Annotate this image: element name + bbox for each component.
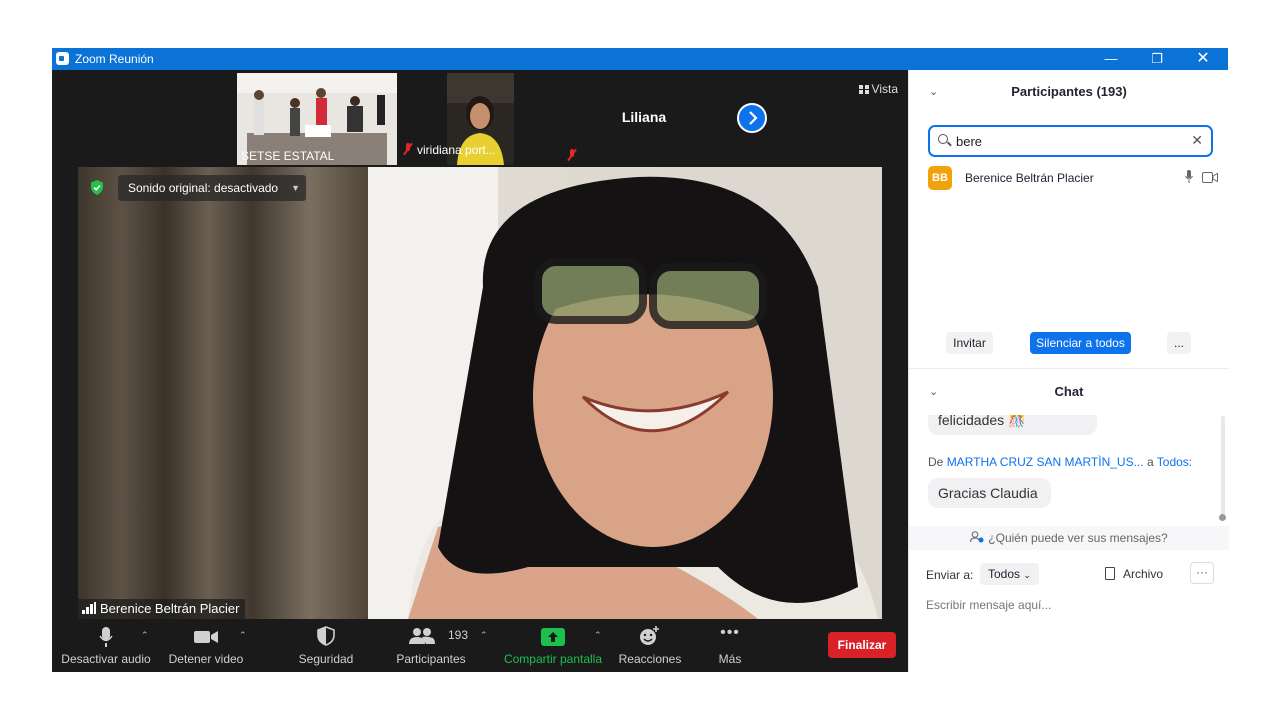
meeting-area: SETSE ESTATAL viridiana port... Liliana [52,70,908,672]
thumb-name-label: SETSE ESTATAL [241,149,335,163]
video-options-caret[interactable]: ⌃ [239,630,247,641]
file-button[interactable]: Archivo [1105,567,1163,581]
shield-icon [317,626,335,646]
person-eye-icon [970,531,984,543]
chat-recipient: Todos: [1156,455,1193,469]
panel-divider [909,368,1229,369]
original-sound-toggle[interactable]: Sonido original: desactivado ▼ [118,175,306,201]
chat-sender[interactable]: MARTHA CRUZ SAN MARTÌN_US... [947,455,1144,469]
chat-messages: felicidades 🎊 De MARTHA CRUZ SAN MARTÌN_… [909,415,1229,527]
thumbnail-strip: SETSE ESTATAL viridiana port... Liliana [52,70,908,166]
close-window-button[interactable]: ✕ [1180,48,1226,70]
signal-strength-icon [82,602,96,614]
share-options-caret[interactable]: ⌃ [594,630,602,641]
next-page-arrow[interactable] [737,103,767,133]
chat-message: felicidades 🎊 [928,415,1097,435]
muted-mic-icon [403,143,413,155]
avatar: BB [928,166,952,190]
end-meeting-button[interactable]: Finalizar [828,632,896,658]
chat-header: ⌄ Chat [909,370,1229,410]
minimize-button[interactable]: — [1088,48,1134,70]
grid-icon [858,85,869,94]
participants-icon [409,628,435,644]
reaction-emoji-icon [640,626,659,645]
video-camera-icon [194,631,218,643]
muted-mic-icon [567,149,577,161]
send-to-select[interactable]: Todos ⌄ [980,563,1039,585]
more-button[interactable]: ••• Más [702,620,758,672]
active-speaker-video: Sonido original: desactivado ▼ Berenice … [78,167,882,619]
participant-search-input[interactable] [956,131,1186,151]
chat-scroll-thumb[interactable] [1219,514,1226,521]
zoom-window: Zoom Reunión — ❐ ✕ SETSE ESTATAL viridia… [52,48,1229,672]
mute-audio-button[interactable]: Desactivar audio [58,620,154,672]
send-to-label: Enviar a: [926,568,974,582]
liliana-muted [567,149,581,163]
participants-button[interactable]: 193 Participantes [388,620,474,672]
meeting-toolbar: Desactivar audio ⌃ Detener video ⌃ Segur… [52,620,908,672]
audio-options-caret[interactable]: ⌃ [141,630,149,641]
stop-video-button[interactable]: Detener video [160,620,252,672]
shield-check-icon [91,180,103,195]
chat-message: Gracias Claudia [928,478,1051,508]
caret-down-icon: ▼ [291,183,300,193]
thumb-liliana[interactable]: Liliana [565,73,723,165]
participant-row[interactable]: BB Berenice Beltrán Placier [928,166,1218,192]
participants-more-button[interactable]: ... [1167,332,1191,354]
share-screen-button[interactable]: Compartir pantalla [498,620,608,672]
speaker-name-tag: Berenice Beltrán Placier [78,599,246,619]
side-panel: ⌄ Participantes (193) ✕ BB Berenice Belt… [908,70,1229,672]
more-dots-icon: ••• [720,624,740,641]
chevron-right-icon [749,111,758,125]
video-camera-icon[interactable] [1202,172,1218,183]
microphone-icon[interactable] [1185,170,1193,184]
chat-sender-line: De MARTHA CRUZ SAN MARTÌN_US... a Todos: [928,455,1193,469]
clear-search-icon[interactable]: ✕ [1191,132,1203,149]
thumb-name-label: Liliana [621,109,667,125]
who-can-see-link[interactable]: ¿Quién puede ver sus mensajes? [909,526,1229,550]
chat-scrollbar[interactable] [1221,416,1225,516]
speaker-video-frame [78,167,882,619]
view-button[interactable]: Vista [858,82,898,96]
chat-more-button[interactable]: ··· [1190,562,1214,584]
chat-message-input[interactable] [926,594,1216,616]
participants-header: ⌄ Participantes (193) [909,70,1229,110]
search-icon [938,134,948,144]
title-bar: Zoom Reunión — ❐ ✕ [52,48,1228,70]
microphone-icon [99,627,113,647]
window-title: Zoom Reunión [75,52,154,66]
chevron-down-icon: ⌄ [1023,570,1031,580]
collapse-chat-chevron-icon[interactable]: ⌄ [929,370,938,414]
security-button[interactable]: Seguridad [286,620,366,672]
zoom-app-icon [56,52,69,65]
share-screen-icon [541,628,565,646]
file-icon [1105,567,1115,580]
participant-search[interactable]: ✕ [928,125,1213,157]
participants-count: 193 [448,628,469,642]
collapse-participants-chevron-icon[interactable]: ⌄ [929,70,938,114]
participant-name: Berenice Beltrán Placier [965,171,1094,185]
mute-all-button[interactable]: Silenciar a todos [1030,332,1131,354]
participants-options-caret[interactable]: ⌃ [480,630,488,641]
invite-button[interactable]: Invitar [946,332,993,354]
thumb-setse-estatal[interactable]: SETSE ESTATAL [237,73,397,165]
reactions-button[interactable]: Reacciones [614,620,686,672]
restore-button[interactable]: ❐ [1134,48,1180,70]
